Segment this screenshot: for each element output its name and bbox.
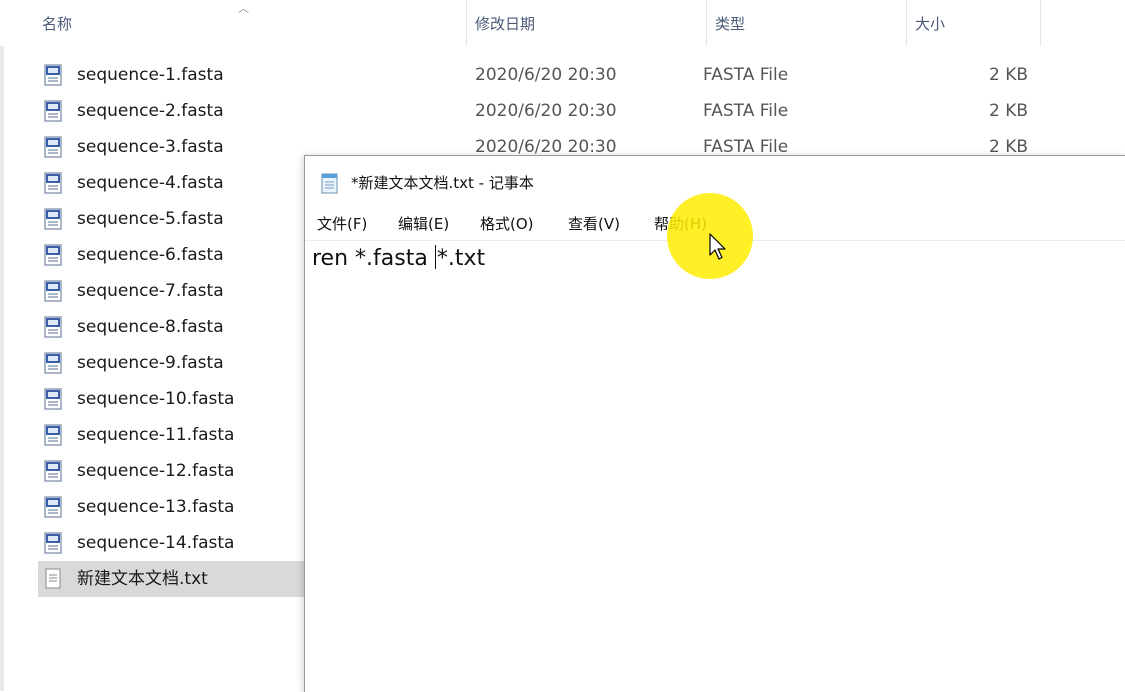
fasta-file-icon — [44, 316, 62, 338]
file-name: sequence-3.fasta — [77, 137, 224, 157]
fasta-file-icon — [44, 100, 62, 122]
notepad-text-area[interactable]: ren *.fasta *.txt — [305, 241, 1125, 692]
file-size: 2 KB — [988, 65, 1028, 85]
column-divider[interactable] — [1040, 0, 1041, 46]
file-name: 新建文本文档.txt — [77, 569, 208, 589]
editor-text-before-caret: ren *.fasta — [312, 246, 435, 271]
editor-content: ren *.fasta *.txt — [312, 243, 485, 275]
file-row[interactable]: sequence-2.fasta 2020/6/20 20:30 FASTA Fil… — [38, 93, 1125, 129]
text-document-icon — [45, 568, 61, 589]
fasta-file-icon — [44, 388, 62, 410]
column-header: 名称 ︿ 修改日期 类型 大小 — [0, 0, 1125, 46]
editor-text-after-caret: *.txt — [436, 246, 486, 271]
fasta-file-icon — [44, 172, 62, 194]
menu-file[interactable]: 文件(F) — [317, 208, 367, 240]
file-name: sequence-6.fasta — [77, 245, 224, 265]
file-date-modified: 2020/6/20 20:30 — [475, 65, 617, 85]
menu-edit[interactable]: 编辑(E) — [398, 208, 449, 240]
notepad-icon — [321, 173, 338, 194]
notepad-title: *新建文本文档.txt - 记事本 — [351, 174, 534, 192]
fasta-file-icon — [44, 136, 62, 158]
file-date-modified: 2020/6/20 20:30 — [475, 101, 617, 121]
file-name: sequence-7.fasta — [77, 281, 224, 301]
file-name: sequence-13.fasta — [77, 497, 235, 517]
file-name: sequence-11.fasta — [77, 425, 235, 445]
file-name: sequence-4.fasta — [77, 173, 224, 193]
file-name: sequence-5.fasta — [77, 209, 224, 229]
file-name: sequence-2.fasta — [77, 101, 224, 121]
menu-format[interactable]: 格式(O) — [480, 208, 534, 240]
mouse-pointer-icon — [709, 233, 726, 260]
left-edge — [0, 0, 4, 691]
file-name: sequence-1.fasta — [77, 65, 224, 85]
fasta-file-icon — [44, 460, 62, 482]
file-name: sequence-12.fasta — [77, 461, 235, 481]
file-row[interactable]: sequence-1.fasta 2020/6/20 20:30 FASTA Fil… — [38, 57, 1125, 93]
file-type: FASTA File — [703, 101, 789, 121]
fasta-file-icon — [44, 244, 62, 266]
sort-ascending-icon: ︿ — [238, 2, 249, 15]
fasta-file-icon — [44, 424, 62, 446]
column-type[interactable]: 类型 — [707, 0, 907, 46]
fasta-file-icon — [44, 208, 62, 230]
fasta-file-icon — [44, 496, 62, 518]
fasta-file-icon — [44, 280, 62, 302]
text-caret — [434, 245, 436, 269]
column-size[interactable]: 大小 — [907, 0, 1040, 46]
fasta-file-icon — [44, 352, 62, 374]
file-name: sequence-9.fasta — [77, 353, 224, 373]
column-date-modified[interactable]: 修改日期 — [467, 0, 707, 46]
fasta-file-icon — [44, 532, 62, 554]
file-name: sequence-14.fasta — [77, 533, 235, 553]
fasta-file-icon — [44, 64, 62, 86]
file-size: 2 KB — [988, 101, 1028, 121]
file-name: sequence-10.fasta — [77, 389, 235, 409]
file-type: FASTA File — [703, 65, 789, 85]
file-name: sequence-8.fasta — [77, 317, 224, 337]
menu-view[interactable]: 查看(V) — [568, 208, 620, 240]
column-name[interactable]: 名称 — [34, 0, 464, 46]
